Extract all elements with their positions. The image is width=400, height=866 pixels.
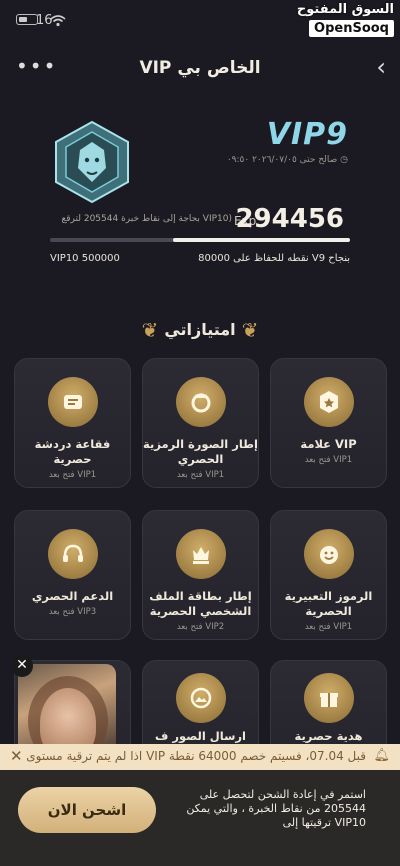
tile-title: هدية حصرية	[294, 729, 363, 743]
recharge-message: استمر في إعادة الشحن لتحصل على 205544 من…	[186, 788, 366, 829]
keep-level-text: 80000 نقطه للحفاظ على V9 بنجاح	[198, 253, 350, 264]
points-needed-text: بحاجة إلى نقاط خبرة 205544 لترقع VIP10)	[61, 214, 232, 224]
tile-chat-bubble[interactable]: فقاعة دردشة حصرية فتح بعد VIP1	[14, 358, 131, 488]
tile-support[interactable]: الدعم الحصري فتح بعد VIP3	[14, 510, 131, 640]
privileges-heading: ❦ امتيازاتي ❦	[0, 318, 400, 342]
vip-valid-until: صالح حتى ٢٠٢٦/٠٧/٠٥ ٠٩:٥٠ ◷	[226, 155, 348, 165]
bell-icon: 🔔︎	[373, 748, 390, 763]
page-title: VIP الخاص بي	[139, 58, 261, 78]
next-level-target: VIP10 500000	[50, 253, 120, 264]
back-button[interactable]: ‹	[376, 53, 386, 81]
watermark-latin: OpenSooq	[309, 20, 394, 37]
tile-unlock-text: فتح بعد VIP1	[304, 622, 353, 632]
gift-icon	[303, 673, 354, 723]
opensooq-watermark: السوق المفتوح OpenSooq	[297, 2, 394, 37]
tile-title: فقاعة دردشة حصرية	[34, 437, 111, 466]
notice-ticker: ✕ اذا لم يتم ترقية مستوى VIP قبل 07.04، …	[0, 744, 400, 770]
avatar-frame-icon	[175, 377, 226, 427]
tile-unlock-text: فتح بعد VIP3	[48, 607, 97, 617]
emoji-icon	[303, 529, 354, 579]
tile-vip-badge[interactable]: علامة VIP فتح بعد VIP1	[270, 358, 387, 488]
laurel-left-icon: ❦	[141, 318, 159, 342]
headset-icon	[47, 529, 98, 579]
wifi-icon	[50, 12, 66, 31]
tile-title: علامة VIP	[300, 437, 357, 451]
close-video-button[interactable]: ✕	[11, 655, 33, 677]
tile-unlock-text: فتح بعد VIP1	[176, 470, 225, 480]
laurel-right-icon: ❦	[241, 318, 259, 342]
tile-emoji[interactable]: الرموز التعبيرية الحصرية فتح بعد VIP1	[270, 510, 387, 640]
tile-title: الدعم الحصري	[31, 589, 114, 603]
privileges-title: امتيازاتي	[164, 320, 236, 339]
battery-icon	[16, 14, 38, 25]
tile-avatar-frame[interactable]: إطار الصورة الرمزية الحصري فتح بعد VIP1	[142, 358, 259, 488]
notice-text: اذا لم يتم ترقية مستوى VIP قبل 07.04، فس…	[26, 749, 366, 763]
tile-title: إطار بطاقة الملف الشخصي الحصرية	[149, 589, 252, 618]
clock-icon: ◷	[340, 155, 348, 165]
profile-card-icon	[175, 529, 226, 579]
tile-unlock-text: فتح بعد VIP1	[304, 455, 353, 465]
tile-unlock-text: فتح بعد VIP1	[48, 470, 97, 480]
watermark-arabic: السوق المفتوح	[296, 2, 394, 17]
exp-progress-fill	[173, 238, 350, 242]
chat-bubble-icon	[47, 377, 98, 427]
tile-title: الرموز التعبيرية الحصرية	[284, 589, 373, 618]
vip-level-name: VIP9	[266, 117, 348, 152]
tile-profile-card[interactable]: إطار بطاقة الملف الشخصي الحصرية فتح بعد …	[142, 510, 259, 640]
exp-value: 294456	[235, 204, 344, 234]
image-icon	[175, 673, 226, 723]
tile-title: إطار الصورة الرمزية الحصري	[143, 437, 258, 466]
recharge-now-button[interactable]: اشحن الان	[18, 787, 156, 833]
vip-rank-emblem-icon	[50, 120, 134, 204]
vip-badge-icon	[303, 377, 354, 427]
exp-progress-bar	[50, 238, 350, 242]
close-notice-icon[interactable]: ✕	[10, 747, 23, 765]
tile-title: ارسال الصور ف	[155, 729, 246, 743]
tile-unlock-text: فتح بعد VIP2	[176, 622, 225, 632]
